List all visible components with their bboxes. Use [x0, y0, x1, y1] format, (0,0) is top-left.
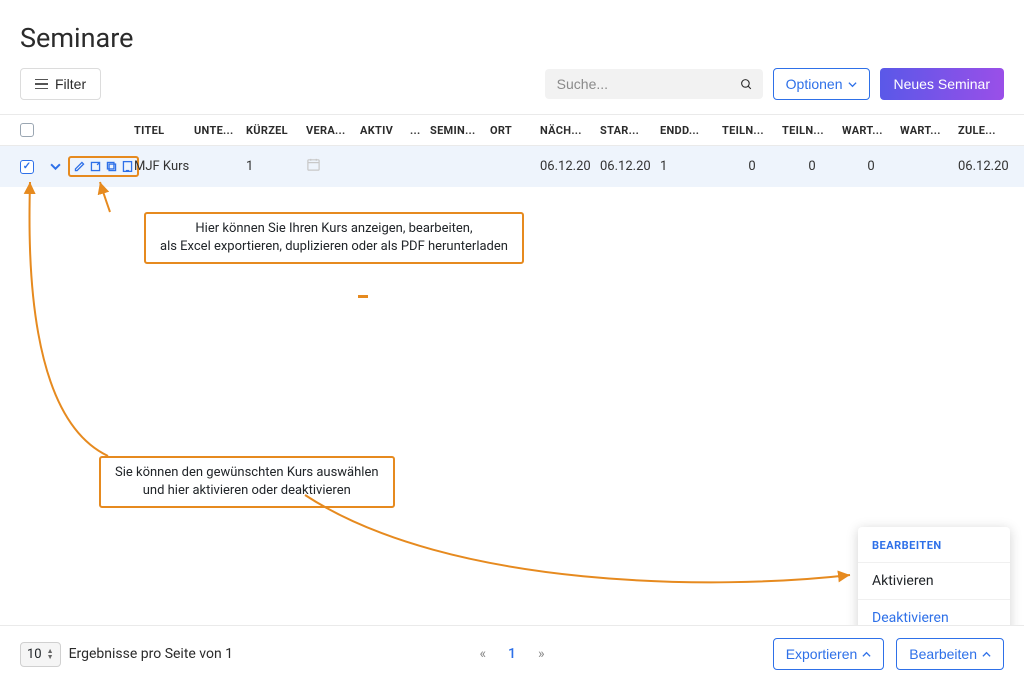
col-star[interactable]: STAR...: [600, 124, 660, 137]
col-wart2[interactable]: WART...: [900, 124, 958, 137]
edit-icon[interactable]: [73, 160, 86, 173]
chevron-down-icon: [848, 80, 857, 89]
col-naech[interactable]: NÄCH...: [540, 124, 600, 137]
pagesize-select[interactable]: 10 ▲▼: [20, 642, 61, 667]
col-endd[interactable]: ENDD...: [660, 124, 722, 137]
options-label: Optionen: [786, 76, 843, 92]
table-row[interactable]: MJF Kurs 1 06.12.20 06.12.20 1 0 0 0 06.…: [0, 146, 1024, 187]
search-icon: [740, 77, 753, 92]
decoration-dash: [358, 295, 368, 298]
dropdown-header: BEARBEITEN: [858, 527, 1010, 562]
cell-teiln1: 0: [722, 159, 782, 174]
pdf-icon[interactable]: [121, 160, 134, 173]
annotation-select: Sie können den gewünschten Kurs auswähle…: [99, 456, 395, 508]
seminar-table: TITEL UNTE... KÜRZEL VERA... AKTIV ... S…: [0, 114, 1024, 187]
cell-endd: 1: [660, 159, 722, 174]
export-icon[interactable]: [89, 160, 102, 173]
duplicate-icon[interactable]: [105, 160, 118, 173]
col-teiln1[interactable]: TEILN...: [722, 124, 782, 137]
cell-kuerzel: 1: [246, 159, 306, 174]
cell-zule: 06.12.20: [958, 159, 1014, 174]
results-label: Ergebnisse pro Seite von 1: [69, 646, 233, 662]
export-button[interactable]: Exportieren: [773, 638, 885, 670]
pagination: « 1 »: [479, 646, 544, 662]
annotation-actions: Hier können Sie Ihren Kurs anzeigen, bea…: [144, 212, 524, 264]
col-titel[interactable]: TITEL: [134, 124, 194, 137]
col-zule[interactable]: ZULE...: [958, 124, 1014, 137]
filter-button[interactable]: Filter: [20, 68, 101, 100]
expand-row-icon[interactable]: [50, 161, 61, 172]
row-actions: [68, 156, 139, 177]
toolbar: Filter Optionen Neues Seminar: [0, 68, 1024, 114]
row-checkbox[interactable]: [20, 160, 34, 174]
filter-label: Filter: [55, 76, 86, 92]
new-seminar-button[interactable]: Neues Seminar: [880, 68, 1005, 100]
search-input[interactable]: [555, 75, 740, 93]
options-button[interactable]: Optionen: [773, 68, 870, 100]
page-prev[interactable]: «: [479, 646, 486, 662]
filter-icon: [35, 79, 48, 90]
search-box[interactable]: [545, 69, 763, 99]
col-vera[interactable]: VERA...: [306, 124, 360, 137]
col-wart1[interactable]: WART...: [842, 124, 900, 137]
edit-dropdown: BEARBEITEN Aktivieren Deaktivieren: [858, 527, 1010, 636]
edit-label: Bearbeiten: [909, 646, 977, 662]
page-next[interactable]: »: [538, 646, 545, 662]
col-ort[interactable]: ORT: [490, 124, 540, 137]
chevron-up-icon: [982, 650, 991, 659]
col-kuerzel[interactable]: KÜRZEL: [246, 124, 306, 137]
page-title: Seminare: [0, 0, 1024, 54]
footer: 10 ▲▼ Ergebnisse pro Seite von 1 « 1 » E…: [0, 625, 1024, 682]
annotation-arrow-2: [18, 178, 148, 468]
col-semin[interactable]: SEMIN...: [430, 124, 490, 137]
table-header: TITEL UNTE... KÜRZEL VERA... AKTIV ... S…: [0, 114, 1024, 146]
chevron-up-icon: [862, 650, 871, 659]
dropdown-activate[interactable]: Aktivieren: [858, 562, 1010, 599]
select-all-checkbox[interactable]: [20, 123, 34, 137]
edit-button[interactable]: Bearbeiten: [896, 638, 1004, 670]
col-aktiv[interactable]: AKTIV: [360, 124, 410, 137]
page-current[interactable]: 1: [508, 646, 516, 662]
cell-wart1: 0: [842, 159, 900, 174]
col-unte[interactable]: UNTE...: [194, 124, 246, 137]
col-teiln2[interactable]: TEILN...: [782, 124, 842, 137]
calendar-icon: [306, 157, 321, 172]
cell-teiln2: 0: [782, 159, 842, 174]
pagesize-value: 10: [27, 647, 42, 662]
export-label: Exportieren: [786, 646, 858, 662]
cell-naech: 06.12.20: [540, 159, 600, 174]
cell-titel: MJF Kurs: [134, 159, 194, 174]
col-dots[interactable]: ...: [410, 124, 430, 137]
stepper-icon: ▲▼: [47, 648, 54, 660]
cell-star: 06.12.20: [600, 159, 660, 174]
